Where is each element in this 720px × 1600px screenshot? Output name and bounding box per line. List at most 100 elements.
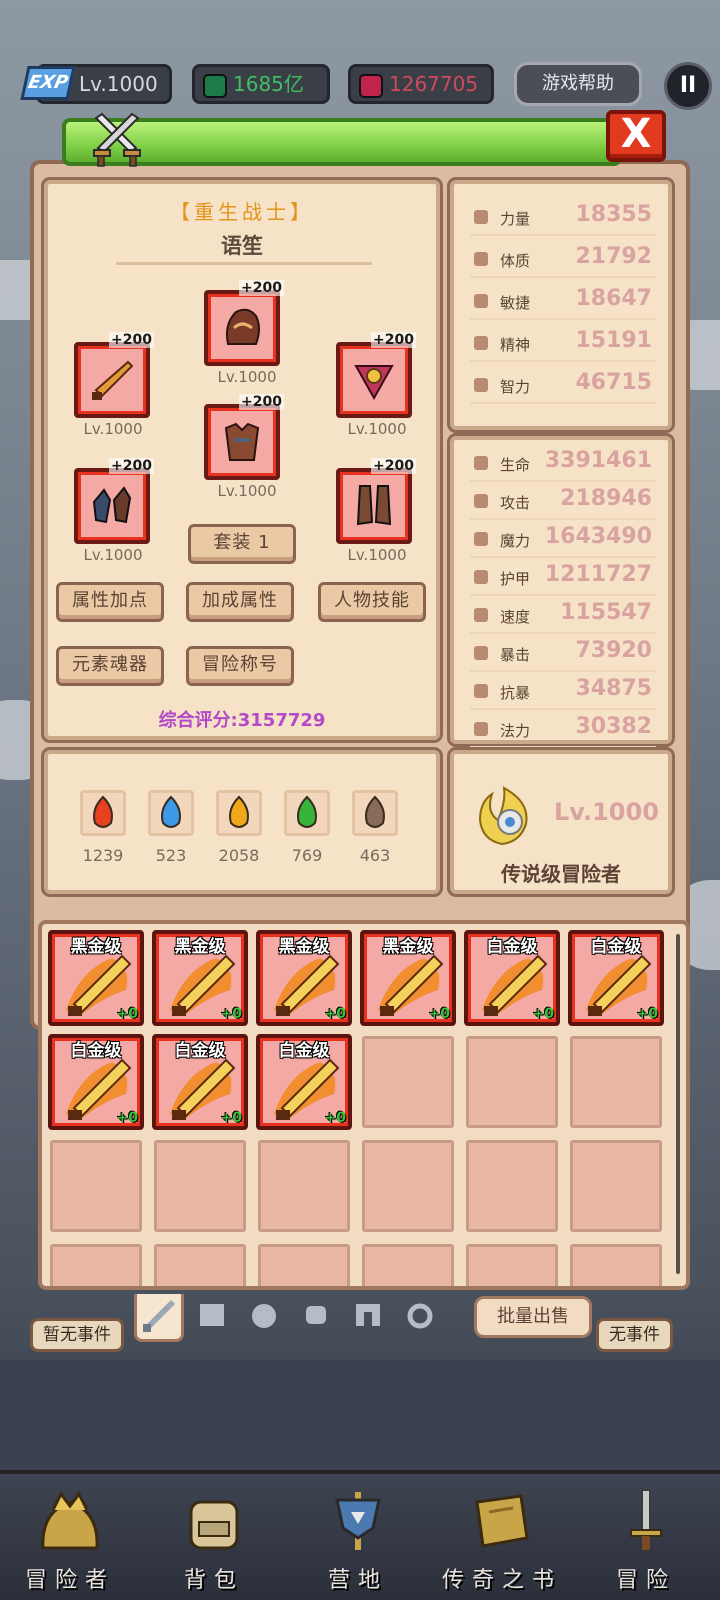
base-stat-row: 体质 21792 [470, 242, 656, 278]
armor-tab-icon [200, 1304, 224, 1326]
empty-inventory-slot[interactable] [466, 1244, 558, 1286]
inventory-item[interactable]: 白金级 +0 [48, 1034, 144, 1130]
base-stat-row: 智力 46715 [470, 368, 656, 404]
empty-inventory-slot[interactable] [258, 1140, 350, 1232]
nav-camp[interactable]: 营地 [288, 1488, 428, 1594]
rank-emblem-icon [478, 786, 528, 846]
inventory-item[interactable]: 白金级 +0 [568, 930, 664, 1026]
inventory-item[interactable]: 黑金级 +0 [360, 930, 456, 1026]
green-gem-icon [203, 73, 227, 98]
bonus-attributes-button[interactable]: 加成属性 [186, 582, 294, 622]
sword-tab-icon [143, 1300, 175, 1332]
green-currency: 1685亿 [192, 64, 330, 104]
tab-ring[interactable] [398, 1294, 448, 1342]
tab-accessory[interactable] [294, 1294, 344, 1342]
equip-level: Lv.1000 [217, 482, 277, 500]
base-stat-row: 敏捷 18647 [470, 284, 656, 320]
item-grade: 黑金级 [278, 937, 330, 957]
stat-label: 精神 [500, 336, 531, 354]
equip-slot-weapon[interactable]: +200 [74, 332, 154, 418]
stat-value: 73920 [575, 638, 652, 663]
inventory-item[interactable]: 白金级 +0 [464, 930, 560, 1026]
equip-slot-armor[interactable]: +200 [204, 394, 284, 480]
crossed-swords-icon [93, 112, 141, 167]
tab-legs[interactable] [346, 1294, 396, 1342]
lightning-icon[interactable] [216, 790, 262, 836]
item-grade: 白金级 [70, 1041, 122, 1061]
inventory-scrollbar[interactable] [676, 934, 680, 1274]
tab-armor[interactable] [190, 1294, 240, 1342]
water-icon[interactable] [148, 790, 194, 836]
skull-icon[interactable] [352, 790, 398, 836]
empty-inventory-slot[interactable] [570, 1244, 662, 1286]
inventory-item[interactable]: 黑金级 +0 [48, 930, 144, 1026]
item-enhance-level: +0 [324, 1006, 346, 1022]
combat-stat-row: 抗暴 34875 [470, 674, 656, 710]
close-button[interactable]: X [606, 110, 666, 162]
element-soul-button[interactable]: 元素魂器 [56, 646, 164, 686]
character-skills-button[interactable]: 人物技能 [318, 582, 426, 622]
nav-label: 传奇之书 [441, 1568, 562, 1593]
item-enhance-level: +0 [116, 1110, 138, 1126]
equip-slot-gloves[interactable]: +200 [74, 458, 154, 544]
batch-sell-button[interactable]: 批量出售 [474, 1296, 592, 1338]
nav-label: 背包 [183, 1568, 244, 1593]
red-gem-icon [359, 73, 383, 98]
item-enhance-level: +0 [532, 1006, 554, 1022]
inventory-item[interactable]: 黑金级 +0 [256, 930, 352, 1026]
stat-value: 15191 [575, 328, 652, 353]
item-grade: 黑金级 [70, 937, 122, 957]
sword-icon [92, 360, 134, 400]
adventure-title-button[interactable]: 冒险称号 [186, 646, 294, 686]
stat-label: 魔力 [500, 532, 531, 550]
stat-icon [474, 252, 488, 266]
stat-label: 生命 [500, 456, 531, 474]
empty-inventory-slot[interactable] [154, 1140, 246, 1232]
inventory-item[interactable]: 白金级 +0 [152, 1034, 248, 1130]
enhance-bonus: +200 [371, 332, 416, 348]
stat-value: 1211727 [544, 562, 652, 587]
empty-inventory-slot[interactable] [570, 1036, 662, 1128]
empty-inventory-slot[interactable] [50, 1140, 142, 1232]
nav-label: 冒险 [615, 1568, 676, 1593]
empty-inventory-slot[interactable] [466, 1140, 558, 1232]
nav-adventurer[interactable]: 冒险者 [0, 1488, 140, 1594]
nav-backpack[interactable]: 背包 [144, 1488, 284, 1594]
stat-icon [474, 608, 488, 622]
equip-level: Lv.1000 [347, 420, 407, 438]
fire-icon[interactable] [80, 790, 126, 836]
nav-legend-book[interactable]: 传奇之书 [432, 1488, 572, 1594]
empty-inventory-slot[interactable] [466, 1036, 558, 1128]
empty-inventory-slot[interactable] [570, 1140, 662, 1232]
inventory-item[interactable]: 白金级 +0 [256, 1034, 352, 1130]
leaf-icon[interactable] [284, 790, 330, 836]
top-bar: Lv.1000 EXP 1685亿 1267705 游戏帮助 II [0, 60, 720, 110]
empty-inventory-slot[interactable] [154, 1244, 246, 1286]
pause-button[interactable]: II [664, 62, 712, 110]
inventory-item[interactable]: 黑金级 +0 [152, 930, 248, 1026]
nav-adventure[interactable]: 冒险 [576, 1488, 716, 1594]
game-help-button[interactable]: 游戏帮助 [514, 62, 642, 106]
attribute-points-button[interactable]: 属性加点 [56, 582, 164, 622]
armor-icon [224, 422, 260, 461]
helmet-icon [226, 308, 260, 345]
equip-slot-boots[interactable]: +200 [336, 458, 416, 544]
backpack-icon [189, 1500, 239, 1550]
tab-weapon[interactable] [134, 1294, 184, 1342]
empty-inventory-slot[interactable] [50, 1244, 142, 1286]
empty-inventory-slot[interactable] [362, 1036, 454, 1128]
empty-inventory-slot[interactable] [362, 1244, 454, 1286]
enhance-bonus: +200 [239, 394, 284, 410]
stat-value: 21792 [575, 244, 652, 269]
equip-slot-helmet[interactable]: +200 [204, 280, 284, 366]
tab-helmet[interactable] [242, 1294, 292, 1342]
equipment-set-button[interactable]: 套装 1 [188, 524, 296, 564]
bottom-navigation: 冒险者 背包 营地 传奇之书 冒险 [0, 1470, 720, 1600]
equip-slot-amulet[interactable]: +200 [336, 332, 416, 418]
stat-label: 法力 [500, 722, 531, 740]
class-title: 【重生战士】 [170, 200, 314, 224]
empty-inventory-slot[interactable] [362, 1140, 454, 1232]
element-value: 523 [155, 846, 187, 865]
gloves-icon [92, 486, 132, 524]
empty-inventory-slot[interactable] [258, 1244, 350, 1286]
